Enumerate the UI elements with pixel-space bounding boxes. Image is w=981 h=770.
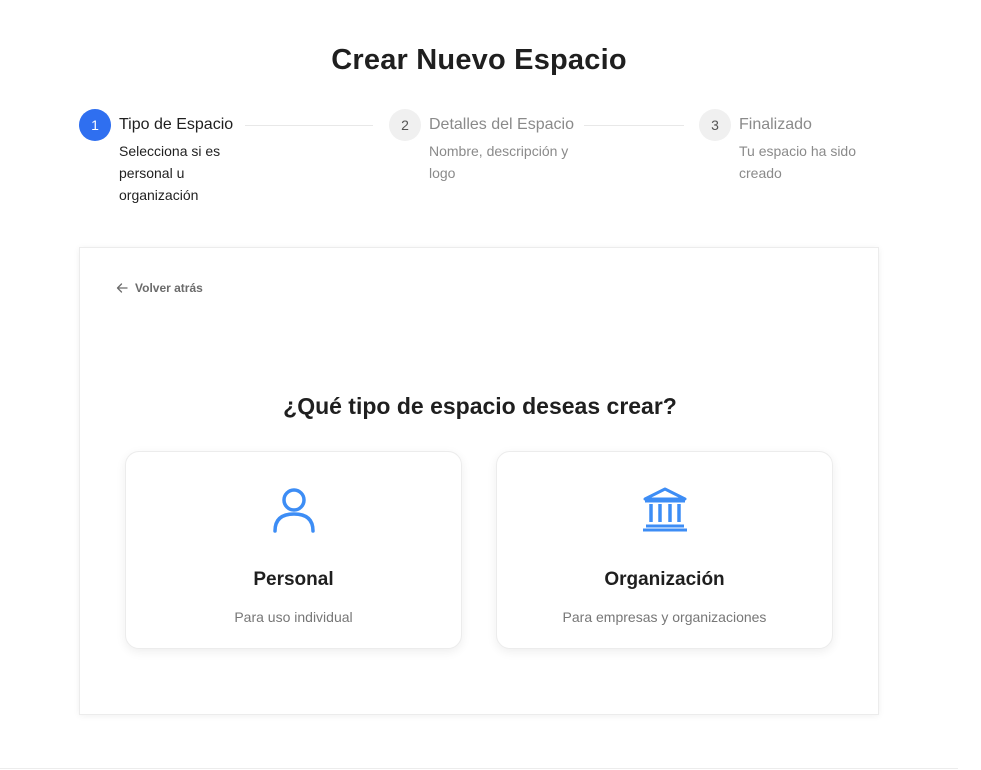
step-title: Detalles del Espacio bbox=[429, 116, 574, 133]
step-number: 3 bbox=[699, 109, 731, 141]
step-description: Tu espacio ha sido creado bbox=[739, 143, 856, 181]
step-description: Nombre, descripción y logo bbox=[429, 143, 569, 181]
option-title: Personal bbox=[253, 569, 334, 590]
space-type-card: Volver atrás ¿Qué tipo de espacio deseas… bbox=[79, 247, 879, 715]
back-button[interactable]: Volver atrás bbox=[116, 281, 203, 295]
user-icon bbox=[272, 488, 315, 533]
stepper: 1 Tipo de Espacio Selecciona si es perso… bbox=[79, 109, 879, 219]
step-finished: 3 Finalizado Tu espacio ha sido creado bbox=[699, 109, 889, 184]
back-label: Volver atrás bbox=[135, 281, 203, 295]
page: Crear Nuevo Espacio 1 Tipo de Espacio Se… bbox=[0, 0, 981, 770]
space-type-question: ¿Qué tipo de espacio deseas crear? bbox=[283, 393, 677, 419]
divider bbox=[0, 768, 958, 769]
step-title: Finalizado bbox=[739, 116, 812, 133]
page-title: Crear Nuevo Espacio bbox=[331, 44, 627, 76]
option-description: Para uso individual bbox=[234, 609, 353, 625]
step-description: Selecciona si es personal u organización bbox=[119, 143, 221, 203]
organization-option-card[interactable]: Organización Para empresas y organizacio… bbox=[496, 451, 833, 649]
step-type: 1 Tipo de Espacio Selecciona si es perso… bbox=[79, 109, 249, 206]
step-connector bbox=[584, 125, 684, 126]
arrow-left-icon bbox=[116, 283, 128, 293]
bank-icon bbox=[642, 487, 687, 532]
step-connector bbox=[245, 125, 373, 126]
step-details: 2 Detalles del Espacio Nombre, descripci… bbox=[389, 109, 579, 184]
step-number: 1 bbox=[79, 109, 111, 141]
step-title: Tipo de Espacio bbox=[119, 116, 234, 133]
option-title: Organización bbox=[604, 569, 725, 590]
option-description: Para empresas y organizaciones bbox=[562, 609, 767, 625]
step-number: 2 bbox=[389, 109, 421, 141]
personal-option-card[interactable]: Personal Para uso individual bbox=[125, 451, 462, 649]
